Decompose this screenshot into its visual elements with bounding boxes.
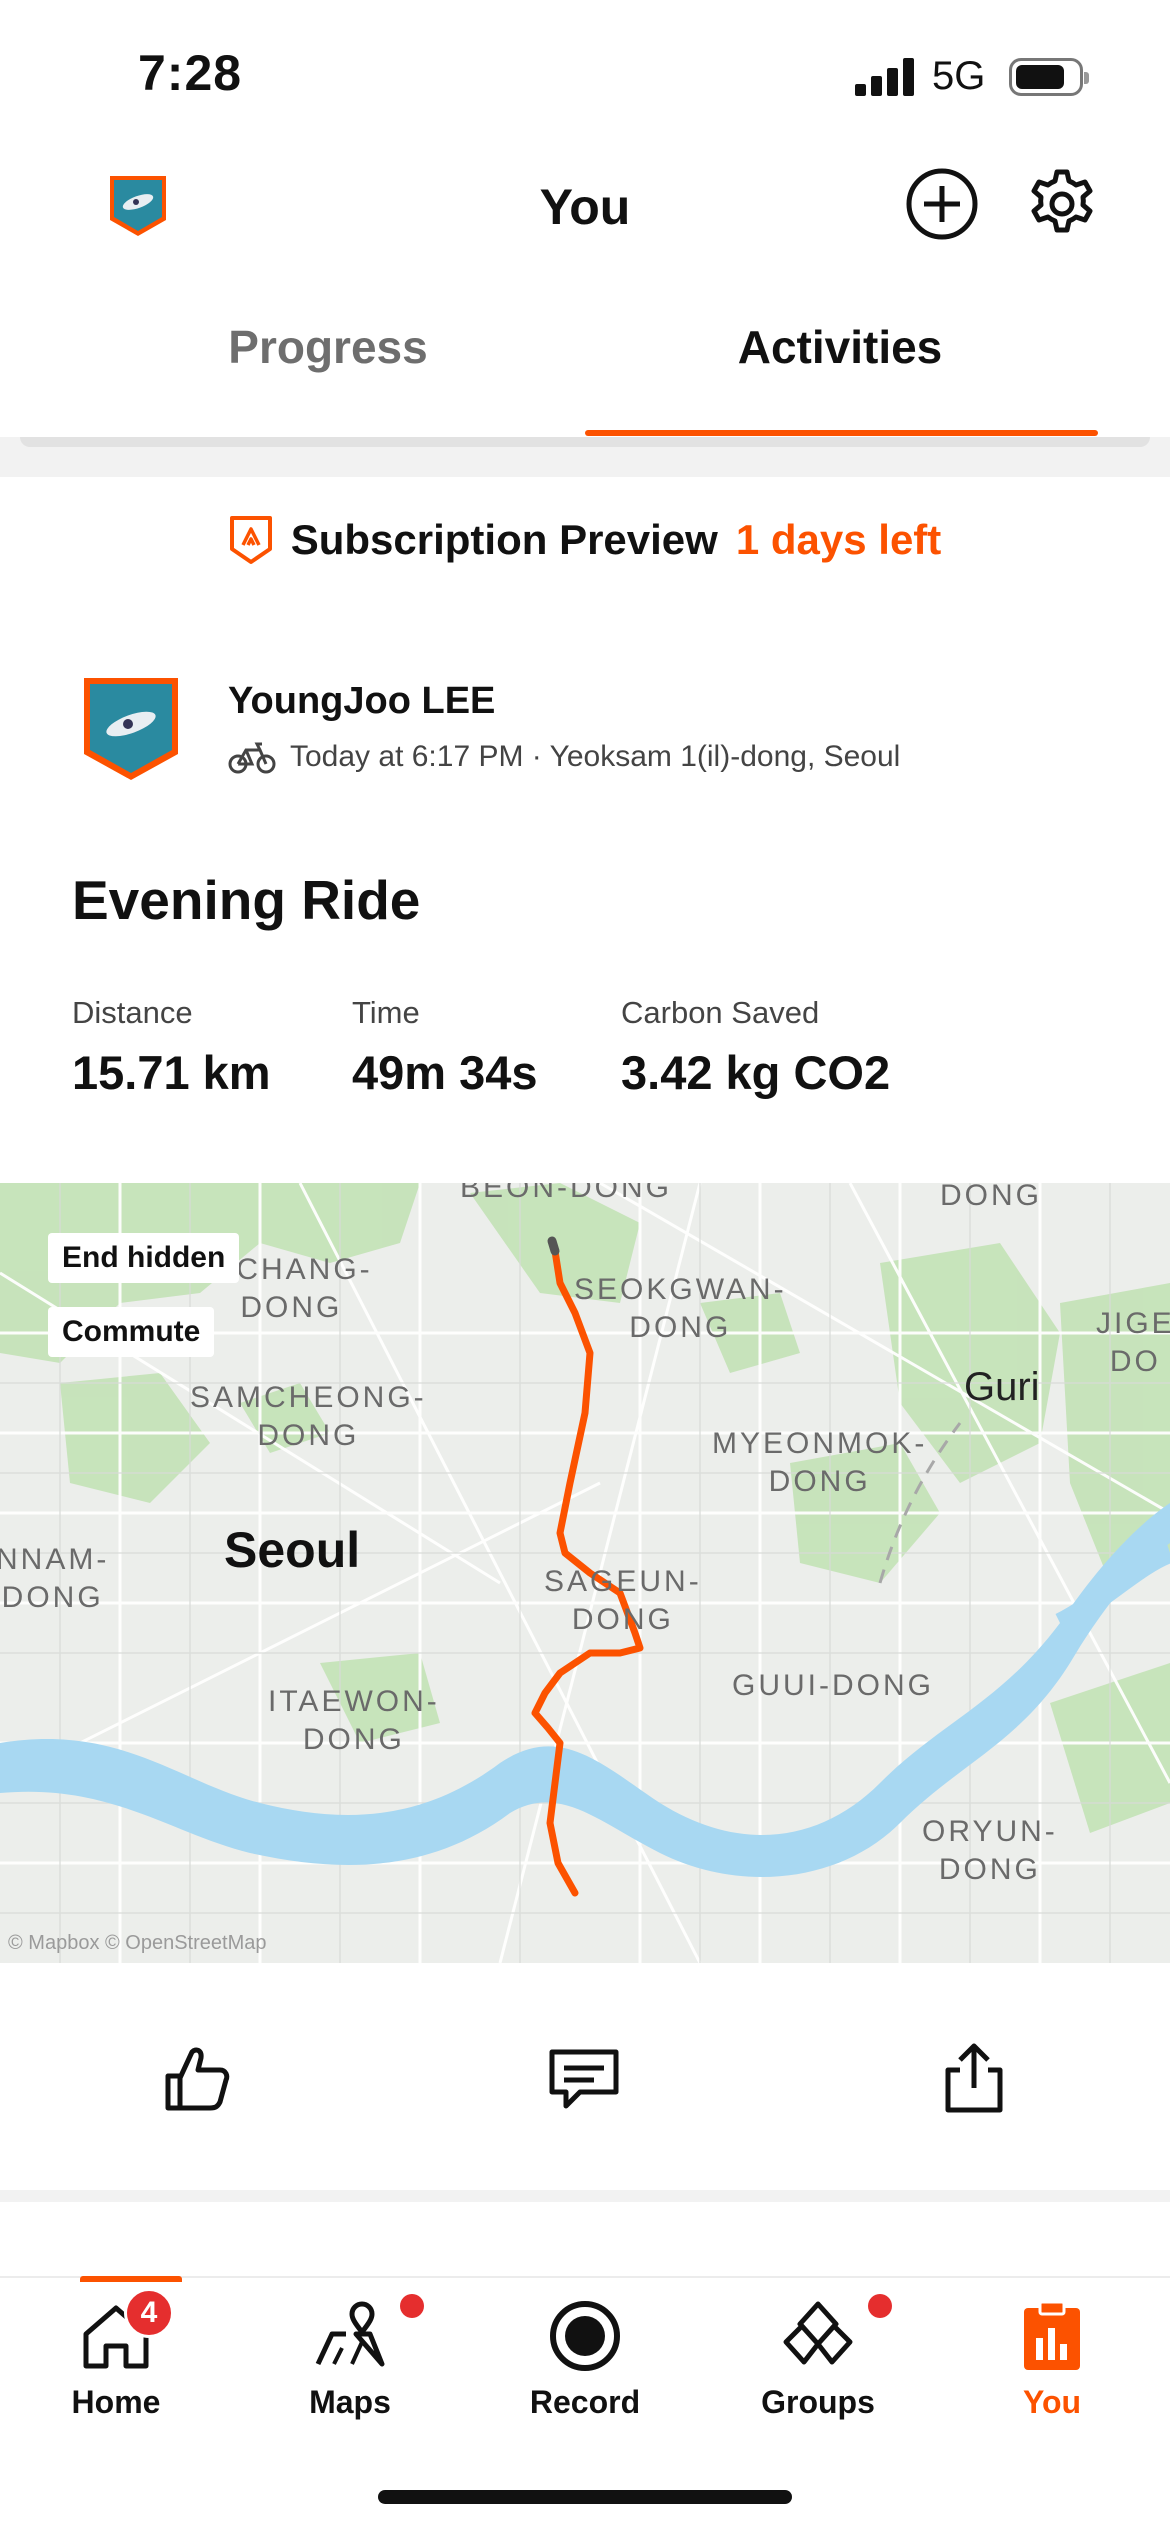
stat-carbon: Carbon Saved 3.42 kg CO2	[621, 995, 890, 1100]
feed-divider	[0, 2190, 1170, 2202]
stat-time: Time 49m 34s	[352, 995, 538, 1100]
map-label: GUUI-DONG	[732, 1669, 934, 1702]
map-label: BEON-DONG	[460, 1183, 673, 1204]
map-label: ORYUN- DONG	[922, 1815, 1058, 1886]
activity-meta-text: Today at 6:17 PM · Yeoksam 1(il)-dong, S…	[290, 740, 901, 773]
map-label: ITAEWON- DONG	[268, 1685, 440, 1756]
active-tab-indicator	[585, 430, 1098, 436]
top-header: You	[0, 150, 1170, 270]
record-icon	[547, 2298, 623, 2374]
activity-header[interactable]: YoungJoo LEE Today at 6:17 PM · Yeoksam …	[0, 670, 1170, 800]
gear-icon[interactable]	[1024, 166, 1100, 242]
activity-stats: Distance 15.71 km Time 49m 34s Carbon Sa…	[0, 995, 1170, 1105]
map-label: SAGEUN- DONG	[544, 1565, 702, 1636]
subscription-shield-icon	[229, 516, 272, 564]
stat-value: 15.71 km	[72, 1046, 271, 1099]
athlete-name[interactable]: YoungJoo LEE	[228, 680, 495, 723]
nav-label: Record	[529, 2384, 641, 2420]
activity-title[interactable]: Evening Ride	[72, 868, 420, 932]
map-label: DONG	[940, 1183, 1042, 1212]
map-tag-commute: Commute	[48, 1307, 215, 1357]
tab-progress[interactable]: Progress	[128, 320, 528, 374]
map-attribution[interactable]: © Mapbox © OpenStreetMap	[8, 1932, 267, 1955]
stat-label: Carbon Saved	[621, 995, 820, 1030]
map-tag-end-hidden: End hidden	[48, 1233, 240, 1283]
nav-you[interactable]: You	[952, 2298, 1152, 2421]
nav-home[interactable]: 4 Home	[16, 2288, 216, 2421]
subscription-days-left: 1 days left	[735, 516, 942, 563]
map-label: JIGE DO	[1096, 1307, 1170, 1378]
groups-icon	[780, 2294, 892, 2374]
network-type: 5G	[932, 54, 986, 98]
map-label: NNAM- DONG	[0, 1543, 110, 1614]
bike-icon	[228, 742, 276, 774]
maps-icon	[312, 2294, 424, 2374]
subscription-title: Subscription Preview	[290, 516, 718, 563]
athlete-avatar[interactable]	[80, 674, 182, 784]
subscription-banner[interactable]: Subscription Preview 1 days left	[0, 505, 1170, 575]
notification-dot	[868, 2294, 892, 2318]
status-time: 7:28	[138, 45, 243, 101]
nav-groups[interactable]: Groups	[718, 2294, 918, 2421]
thumbs-up-icon[interactable]	[158, 2040, 234, 2116]
nav-label: You	[1022, 2384, 1082, 2420]
tab-activities[interactable]: Activities	[640, 320, 1040, 374]
signal-icon	[855, 58, 915, 96]
activity-actions	[0, 2040, 1170, 2130]
nav-maps[interactable]: Maps	[250, 2294, 450, 2421]
nav-label: Home	[71, 2384, 161, 2420]
stat-value: 49m 34s	[352, 1046, 538, 1099]
page-title: You	[539, 179, 631, 235]
stat-value: 3.42 kg CO2	[621, 1046, 891, 1099]
home-indicator	[378, 2490, 792, 2504]
nav-record[interactable]: Record	[485, 2298, 685, 2421]
map-label: SAMCHEONG- DONG	[190, 1381, 427, 1452]
map-city-guri: Guri	[964, 1365, 1040, 1409]
section-divider	[0, 437, 1170, 477]
you-clipboard-icon	[1014, 2298, 1090, 2374]
add-circle-icon[interactable]	[904, 166, 980, 242]
next-activity-peek	[80, 2276, 182, 2282]
battery-icon	[1009, 58, 1089, 96]
activity-map[interactable]: BEON-DONG DONG GCHANG- DONG SEOKGWAN- DO…	[0, 1183, 1170, 1963]
activity-meta: Today at 6:17 PM · Yeoksam 1(il)-dong, S…	[228, 740, 900, 774]
notification-dot	[400, 2294, 424, 2318]
notification-badge: 4	[124, 2288, 174, 2338]
stat-label: Time	[352, 995, 420, 1030]
nav-label: Groups	[761, 2384, 875, 2420]
status-bar: 7:28 5G	[0, 0, 1170, 140]
map-label: MYEONMOK- DONG	[712, 1427, 928, 1498]
home-icon: 4	[78, 2288, 174, 2374]
share-icon[interactable]	[936, 2040, 1012, 2116]
profile-tabs: Progress Activities	[0, 280, 1170, 440]
map-label: SEOKGWAN- DONG	[574, 1273, 787, 1344]
map-city-seoul: Seoul	[224, 1522, 361, 1578]
stat-distance: Distance 15.71 km	[72, 995, 271, 1100]
nav-label: Maps	[309, 2384, 391, 2420]
stat-label: Distance	[72, 995, 193, 1030]
comment-icon[interactable]	[546, 2040, 622, 2116]
